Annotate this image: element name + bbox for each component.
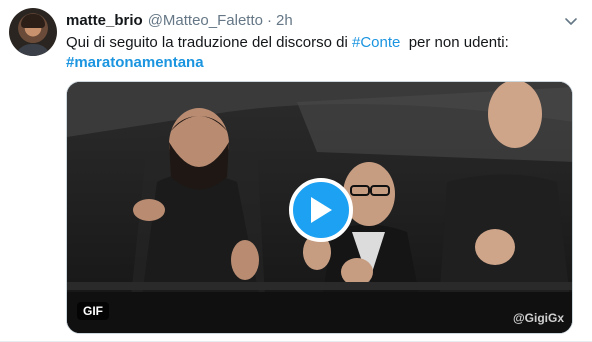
hashtag-conte[interactable]: #Conte — [352, 34, 400, 51]
hashtag-maratonamentana[interactable]: #maratonamentana — [66, 54, 204, 71]
tweet-text-before: Qui di seguito la traduzione del discors… — [66, 34, 352, 51]
play-button[interactable] — [289, 178, 353, 242]
chevron-down-icon[interactable] — [563, 13, 579, 29]
timestamp[interactable]: 2h — [276, 12, 293, 29]
author-handle[interactable]: @Matteo_Faletto — [148, 12, 263, 29]
avatar[interactable] — [9, 8, 57, 56]
separator-dot: · — [266, 11, 272, 29]
tweet[interactable]: matte_brio @Matteo_Faletto · 2h Qui di s… — [0, 0, 592, 342]
watermark: @GigiGx — [512, 311, 564, 325]
avatar-hair — [21, 14, 45, 28]
play-icon — [311, 197, 332, 223]
gif-badge: GIF — [77, 302, 109, 320]
author-name[interactable]: matte_brio — [66, 12, 143, 29]
tweet-text: Qui di seguito la traduzione del discors… — [66, 33, 566, 73]
tweet-header: matte_brio @Matteo_Faletto · 2h — [66, 10, 293, 30]
gif-media[interactable]: GIF @GigiGx — [66, 81, 573, 334]
avatar-body — [15, 44, 51, 56]
tweet-text-after: per non udenti: — [400, 34, 509, 51]
